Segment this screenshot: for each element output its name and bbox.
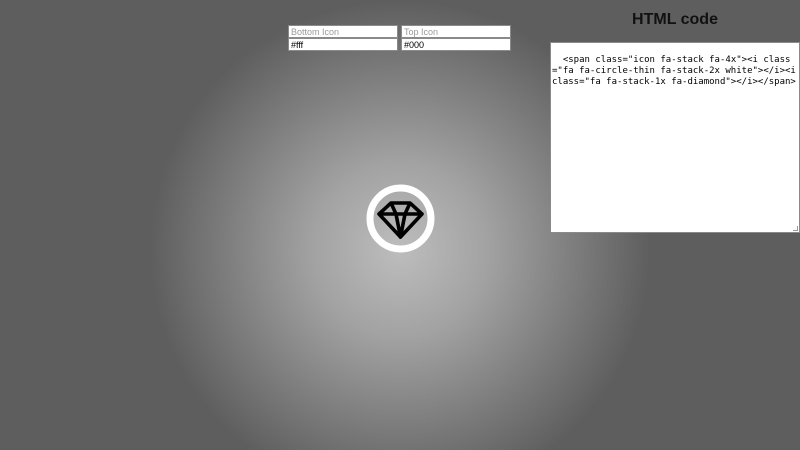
resize-grip-icon[interactable] <box>793 226 798 231</box>
top-icon-color-input[interactable] <box>401 38 511 51</box>
html-code-title: HTML code <box>632 11 718 28</box>
diamond-icon <box>377 201 424 239</box>
bottom-icon-color-input[interactable] <box>288 38 398 51</box>
circle-thin-icon <box>366 184 435 253</box>
bottom-icon-input[interactable] <box>288 25 398 38</box>
html-code-textarea[interactable]: <span class="icon fa-stack fa-4x"><i cla… <box>550 42 800 233</box>
top-icon-input[interactable] <box>401 25 511 38</box>
icon-preview-svg <box>366 184 435 253</box>
html-code-text: <span class="icon fa-stack fa-4x"><i cla… <box>552 55 796 87</box>
icon-preview <box>366 184 435 253</box>
